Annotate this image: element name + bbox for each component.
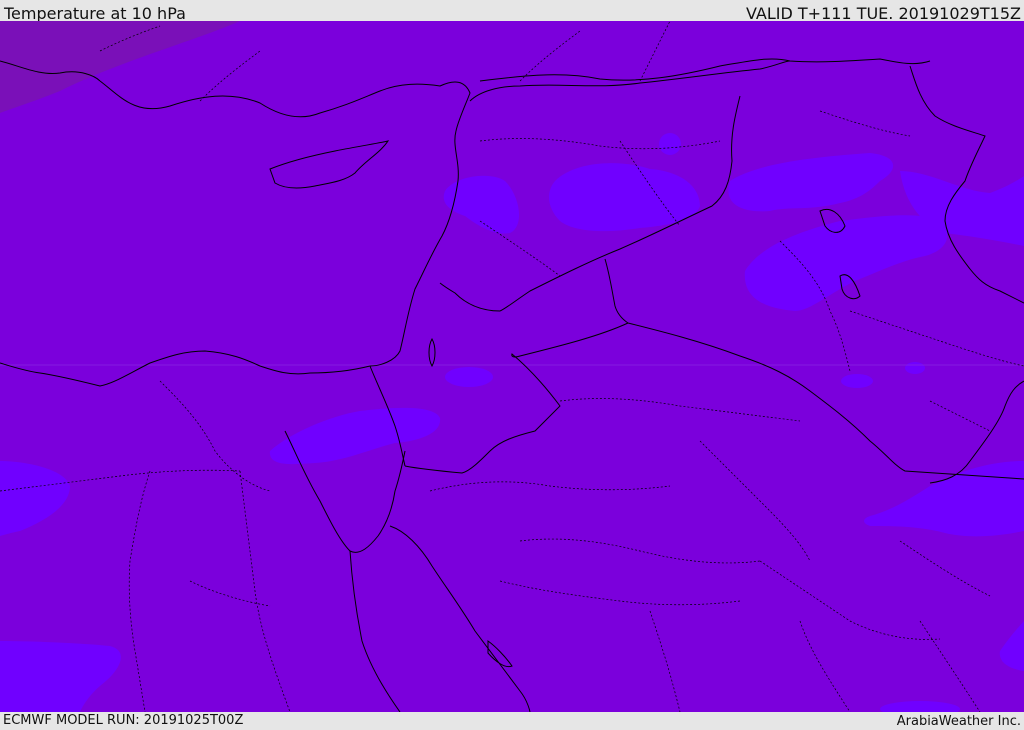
- weather-map: [0, 21, 1024, 712]
- footer-bar: ECMWF MODEL RUN: 20191025T00Z ArabiaWeat…: [0, 712, 1024, 729]
- patch-jordan: [445, 367, 493, 387]
- header-bar: Temperature at 10 hPa VALID T+111 TUE. 2…: [0, 0, 1024, 23]
- base-temperature-field: [0, 21, 1024, 712]
- patch-iraq-south-small: [841, 374, 873, 388]
- credit-label: ArabiaWeather Inc.: [896, 714, 1021, 729]
- map-canvas: [0, 21, 1024, 712]
- patch-kuwait-small: [905, 362, 925, 374]
- patch-small-syria: [659, 133, 681, 155]
- model-run-label: ECMWF MODEL RUN: 20191025T00Z: [3, 713, 244, 728]
